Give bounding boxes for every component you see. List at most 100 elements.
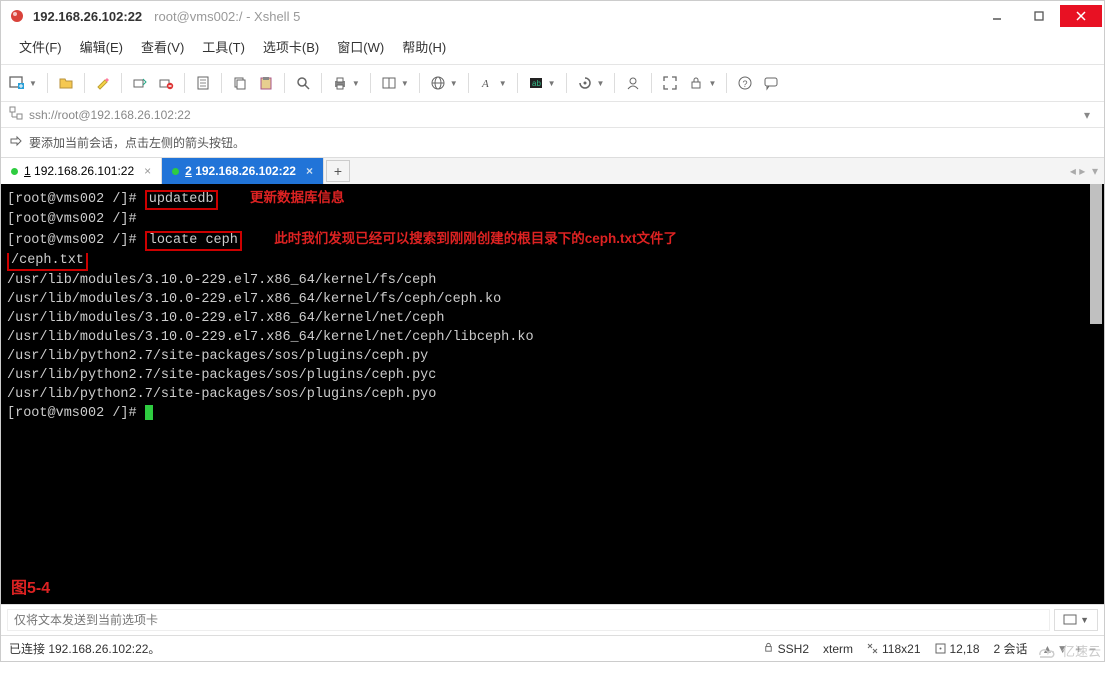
terminal-scrollbar[interactable] (1088, 184, 1104, 604)
terminal-cursor (145, 405, 153, 420)
add-session-arrow-icon[interactable] (9, 134, 23, 151)
status-sessions: 2 会话 (994, 640, 1028, 657)
tab-number: 1 (24, 164, 31, 178)
terminal-line: /usr/lib/python2.7/site-packages/sos/plu… (7, 387, 436, 402)
fullscreen-icon[interactable] (658, 71, 682, 95)
status-dot-icon (11, 168, 18, 175)
open-session-icon[interactable] (54, 71, 78, 95)
status-protocol: SSH2 (763, 642, 809, 656)
encoding-dropdown[interactable]: ▼ (450, 79, 458, 88)
addressbar: ssh://root@192.168.26.102:22 ▾ (1, 102, 1104, 128)
session-tab-1[interactable]: 1 192.168.26.101:22 × (1, 158, 162, 184)
app-icon (9, 8, 25, 24)
menu-help[interactable]: 帮助(H) (396, 35, 452, 58)
tab-nav-arrows[interactable]: ◂ ▸ ▾ (1064, 158, 1104, 184)
chat-icon[interactable] (759, 71, 783, 95)
font-dropdown[interactable]: ▼ (499, 79, 507, 88)
color-scheme-icon[interactable]: ab (524, 71, 548, 95)
annotation-locate: 此时我们发现已经可以搜索到刚刚创建的根目录下的ceph.txt文件了 (274, 231, 677, 246)
highlight-updatedb: updatedb (145, 190, 218, 210)
maximize-button[interactable] (1018, 5, 1060, 27)
lock-dropdown[interactable]: ▼ (708, 79, 716, 88)
font-icon[interactable]: A (475, 71, 499, 95)
send-target-dropdown[interactable]: ▼ (1054, 609, 1098, 631)
status-connection: 已连接 192.168.26.102:22。 (9, 640, 160, 657)
terminal-line: [root@vms002 /]# (7, 212, 137, 227)
highlight-icon[interactable] (91, 71, 115, 95)
find-icon[interactable] (291, 71, 315, 95)
new-session-dropdown[interactable]: ▼ (29, 79, 37, 88)
annotation-updatedb: 更新数据库信息 (250, 190, 345, 205)
hint-bar: 要添加当前会话，点击左侧的箭头按钮。 (1, 128, 1104, 158)
status-bar: 已连接 192.168.26.102:22。 SSH2 xterm 118x21… (1, 635, 1104, 661)
print-dropdown[interactable]: ▼ (352, 79, 360, 88)
send-command-input[interactable] (7, 609, 1050, 631)
disconnect-icon[interactable] (154, 71, 178, 95)
status-dot-icon (172, 168, 179, 175)
lock-icon (763, 642, 774, 656)
terminal-line: /usr/lib/python2.7/site-packages/sos/plu… (7, 368, 436, 383)
layout-dropdown[interactable]: ▼ (401, 79, 409, 88)
terminal-line: /usr/lib/modules/3.10.0-229.el7.x86_64/k… (7, 311, 444, 326)
close-button[interactable] (1060, 5, 1102, 27)
terminal-output[interactable]: [root@vms002 /]# updatedb 更新数据库信息 [root@… (1, 184, 1088, 604)
title-main: 192.168.26.102:22 (33, 9, 142, 24)
tab-number: 2 (185, 164, 192, 178)
highlight-locate: locate ceph (145, 231, 242, 251)
layout-icon[interactable] (377, 71, 401, 95)
minimize-button[interactable] (976, 5, 1018, 27)
paste-icon[interactable] (254, 71, 278, 95)
titlebar: 192.168.26.102:22 root@vms002:/ - Xshell… (1, 1, 1104, 31)
tab-close-icon[interactable]: × (144, 164, 151, 178)
session-tree-icon[interactable] (9, 106, 23, 123)
figure-label: 图5-4 (11, 579, 50, 598)
hint-text: 要添加当前会话，点击左侧的箭头按钮。 (29, 134, 245, 151)
send-command-bar: ▼ (1, 604, 1104, 635)
copy-icon[interactable] (228, 71, 252, 95)
terminal-line: /usr/lib/modules/3.10.0-229.el7.x86_64/k… (7, 292, 501, 307)
address-url[interactable]: ssh://root@192.168.26.102:22 (29, 108, 1078, 122)
tab-close-icon[interactable]: × (306, 164, 313, 178)
session-tab-2[interactable]: 2 192.168.26.102:22 × (162, 158, 324, 184)
globe-icon[interactable] (426, 71, 450, 95)
status-size: 118x21 (867, 642, 920, 656)
swirl-icon[interactable] (573, 71, 597, 95)
toolbar: ▼ ▼ ▼ ▼ A ▼ ab ▼ ▼ (1, 65, 1104, 102)
cursor-pos-icon (935, 643, 946, 654)
menubar: 文件(F) 编辑(E) 查看(V) 工具(T) 选项卡(B) 窗口(W) 帮助(… (1, 31, 1104, 65)
svg-text:ab: ab (532, 79, 541, 88)
scrollbar-thumb[interactable] (1090, 184, 1102, 324)
menu-edit[interactable]: 编辑(E) (74, 35, 129, 58)
tab-label: 192.168.26.102:22 (195, 164, 296, 178)
terminal-line: /usr/lib/modules/3.10.0-229.el7.x86_64/k… (7, 330, 534, 345)
status-term: xterm (823, 642, 853, 656)
terminal-line: /usr/lib/python2.7/site-packages/sos/plu… (7, 349, 428, 364)
new-session-icon[interactable] (5, 71, 29, 95)
user-icon[interactable] (621, 71, 645, 95)
address-dropdown[interactable]: ▾ (1078, 108, 1096, 122)
status-nav[interactable]: ▲ ▼ + − (1042, 642, 1096, 656)
lock-toolbar-icon[interactable] (684, 71, 708, 95)
tab-label: 192.168.26.101:22 (34, 164, 134, 178)
swirl-dropdown[interactable]: ▼ (597, 79, 605, 88)
color-dropdown[interactable]: ▼ (548, 79, 556, 88)
add-tab-button[interactable]: + (326, 160, 350, 182)
reconnect-icon[interactable] (128, 71, 152, 95)
menu-file[interactable]: 文件(F) (13, 35, 68, 58)
title-sub: root@vms002:/ - Xshell 5 (154, 9, 976, 24)
prompt: [root@vms002 /]# (7, 406, 145, 421)
properties-icon[interactable] (191, 71, 215, 95)
status-cursor-pos: 12,18 (935, 642, 980, 656)
print-icon[interactable] (328, 71, 352, 95)
prompt: [root@vms002 /]# (7, 192, 145, 207)
svg-text:A: A (481, 78, 489, 90)
menu-tools[interactable]: 工具(T) (196, 35, 251, 58)
tab-bar: 1 192.168.26.101:22 × 2 192.168.26.102:2… (1, 158, 1104, 184)
menu-tabs[interactable]: 选项卡(B) (257, 35, 325, 58)
highlight-result: /ceph.txt (7, 253, 88, 271)
resize-icon (867, 643, 878, 654)
menu-window[interactable]: 窗口(W) (331, 35, 390, 58)
prompt: [root@vms002 /]# (7, 233, 145, 248)
menu-view[interactable]: 查看(V) (135, 35, 190, 58)
help-icon[interactable]: ? (733, 71, 757, 95)
